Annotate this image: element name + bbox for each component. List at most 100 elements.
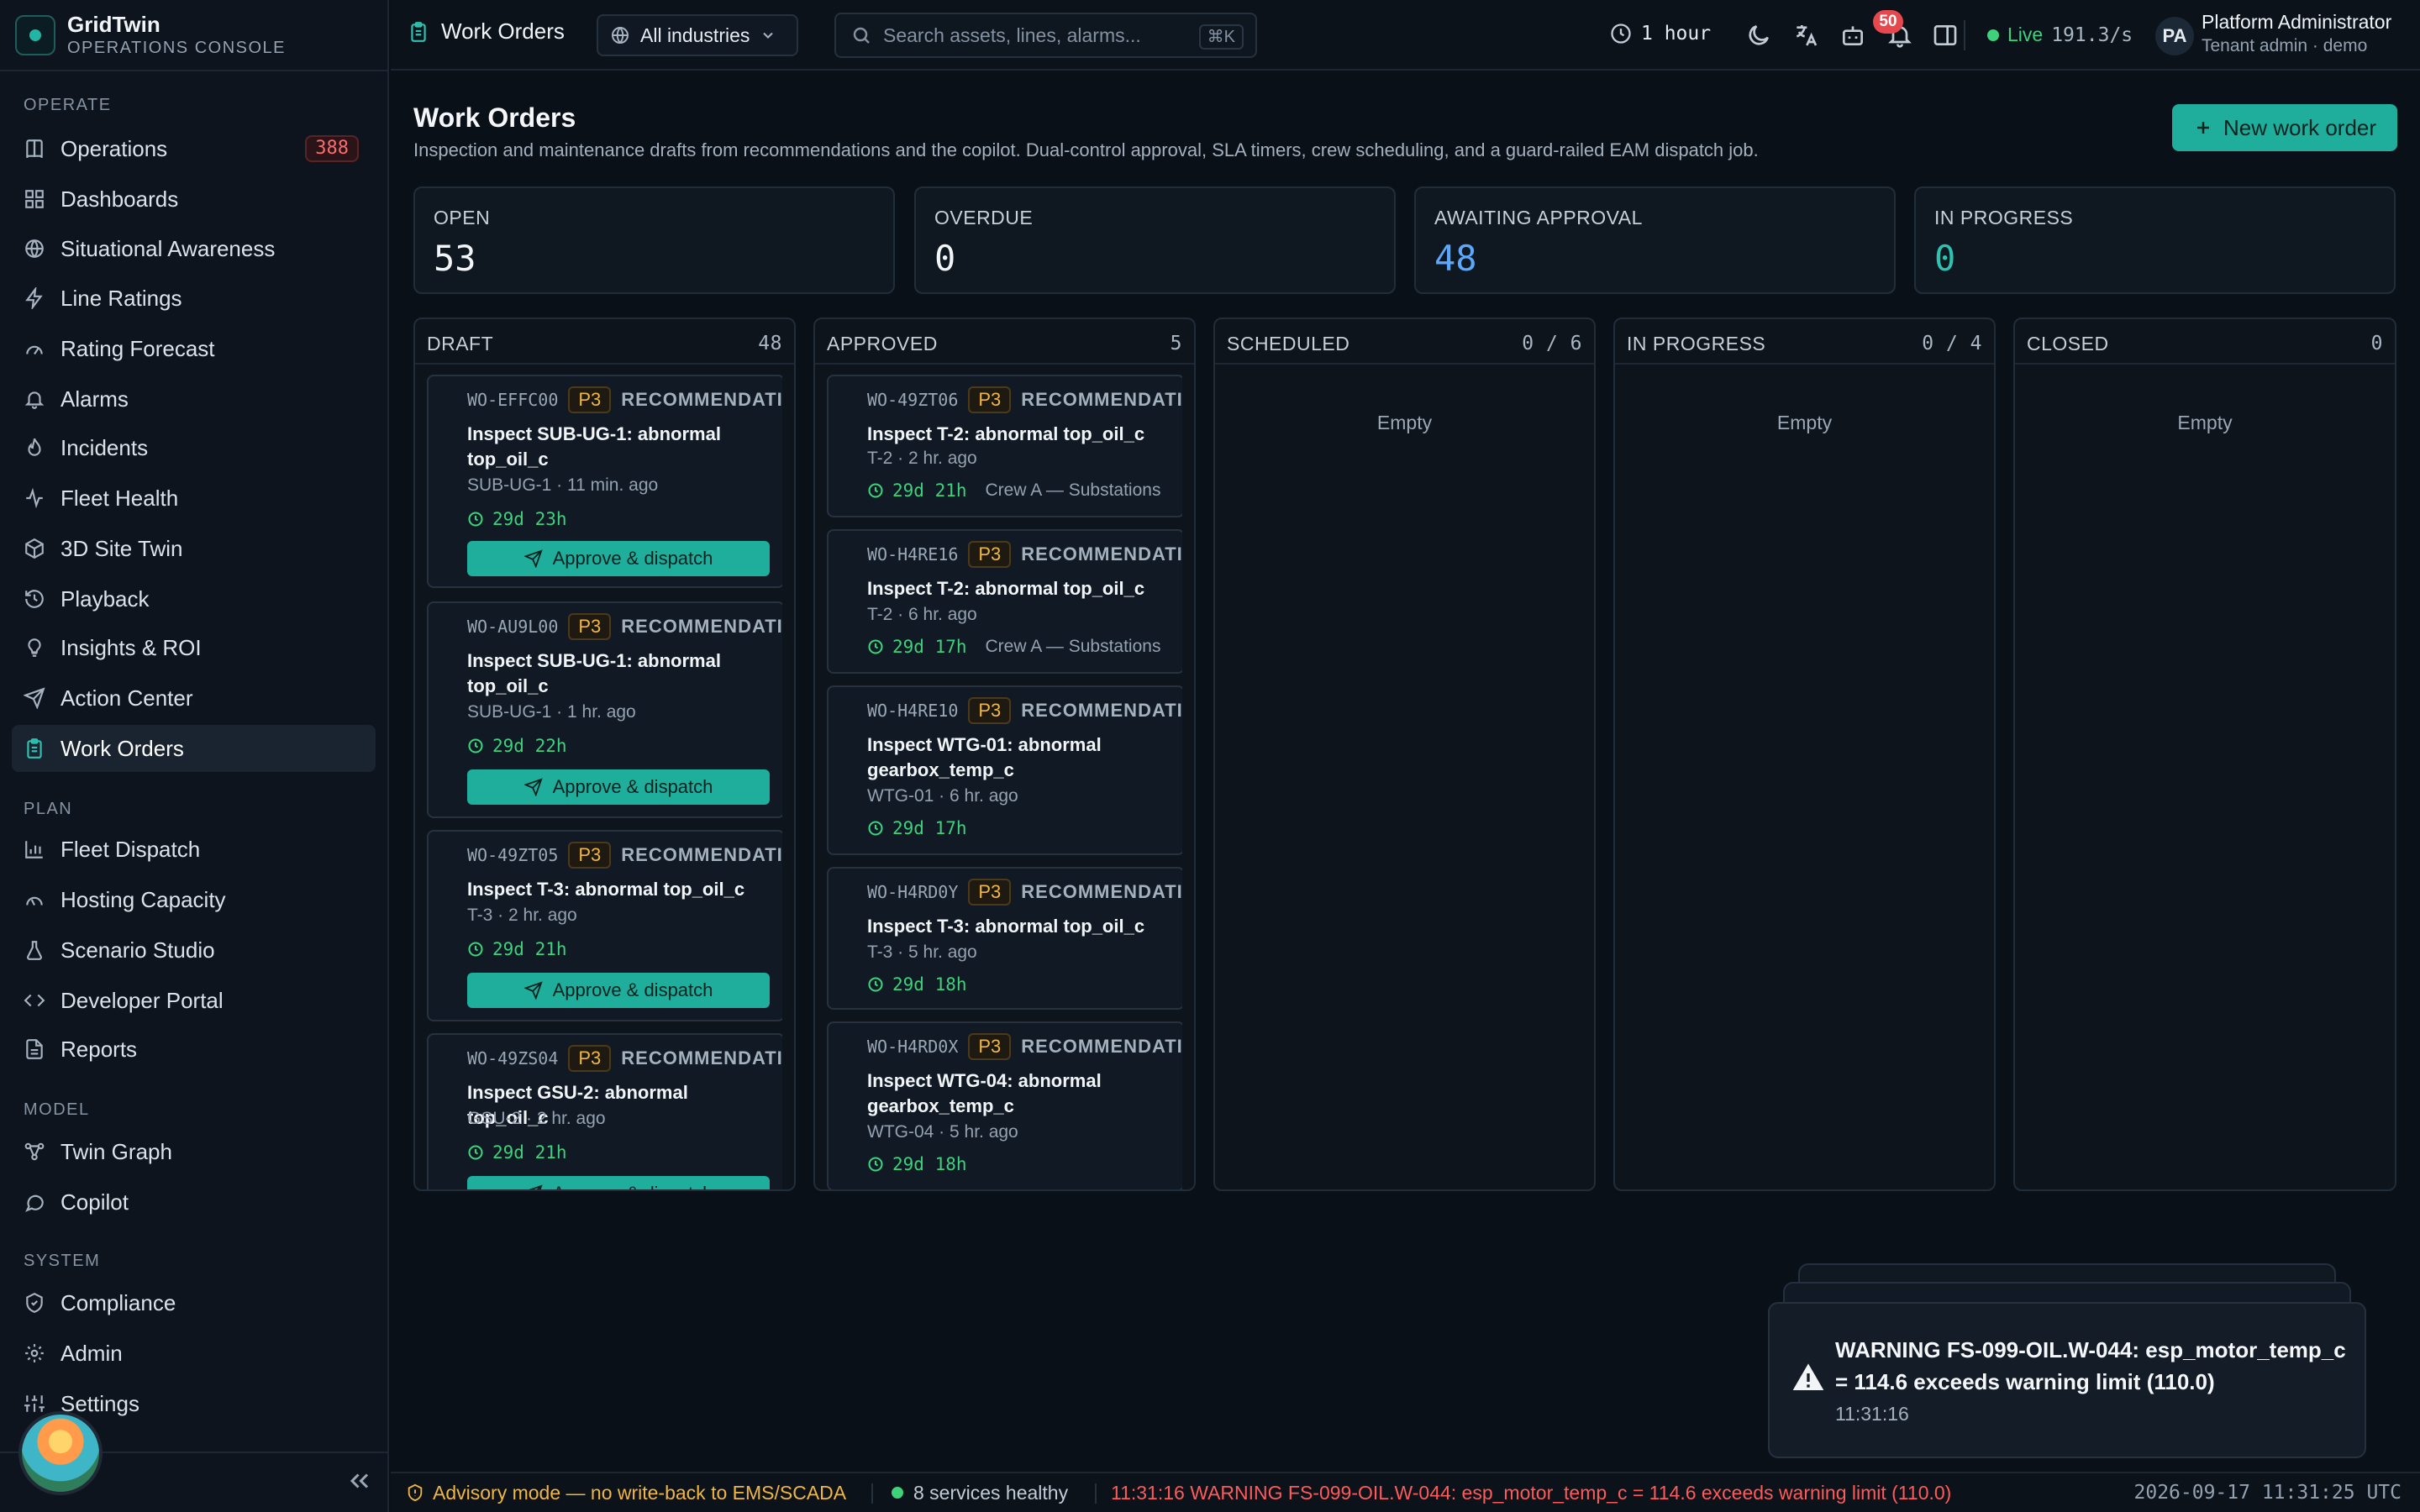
work-order-card[interactable]: WO-49ZT05 P3 RECOMMENDATION Inspect T-3:… (427, 830, 782, 1021)
brand[interactable]: GridTwin OPERATIONS CONSOLE (15, 12, 286, 59)
new-work-order-button[interactable]: New work order (2172, 104, 2397, 151)
translate-icon[interactable] (1792, 22, 1819, 49)
collapse-sidebar-icon[interactable] (345, 1466, 375, 1496)
work-order-id: WO-H4RD0Y (867, 882, 959, 902)
moon-icon[interactable] (1745, 22, 1772, 49)
work-order-id: WO-H4RE16 (867, 544, 959, 564)
source-kind: RECOMMENDATION (621, 616, 782, 637)
services-health-text: 8 services healthy (913, 1481, 1069, 1504)
work-order-asset: WTG-04 · 5 hr. ago (867, 1122, 1018, 1142)
graph-icon (24, 1142, 45, 1161)
sidebar-item-dashboards[interactable]: Dashboards (12, 176, 376, 223)
work-order-asset: T-3 · 2 hr. ago (467, 906, 577, 925)
sidebar-item-playback[interactable]: Playback (12, 575, 376, 622)
assistant-avatar[interactable] (18, 1411, 103, 1495)
sidebar-item-label: Action Center (60, 685, 193, 711)
sidebar-item-label: Line Ratings (60, 285, 182, 311)
advisory-text: Advisory mode — no write-back to EMS/SCA… (433, 1481, 847, 1504)
kanban-column-in-progress: IN PROGRESS 0 / 4 Empty (1613, 318, 1996, 1191)
approve-dispatch-button[interactable]: Approve & dispatch (467, 1176, 770, 1189)
shield-icon (26, 1292, 43, 1313)
clock-icon (868, 1157, 883, 1172)
sidebar-item-copilot[interactable]: Copilot (12, 1179, 376, 1226)
sidebar-item-compliance[interactable]: Compliance (12, 1279, 376, 1326)
work-order-title: Inspect T-2: abnormal top_oil_c (867, 578, 1145, 599)
time-range-picker[interactable]: 1 hour (1609, 22, 1711, 45)
sidebar-item-admin[interactable]: Admin (12, 1330, 376, 1377)
sidebar-item-hosting-capacity[interactable]: Hosting Capacity (12, 876, 376, 923)
column-title: DRAFT (427, 333, 494, 354)
card-list[interactable]: WO-EFFC00 P3 RECOMMENDATION Inspect SUB-… (427, 375, 782, 1189)
work-order-card[interactable]: WO-H4RD0X P3 RECOMMENDATION Inspect WTG-… (827, 1021, 1182, 1189)
sidebar-item-label: Fleet Dispatch (60, 836, 201, 862)
avatar[interactable]: PA (2155, 17, 2194, 55)
approve-dispatch-label: Approve & dispatch (552, 979, 713, 1000)
stat-label: IN PROGRESS (1934, 207, 2074, 228)
work-order-asset: T-2 · 6 hr. ago (867, 605, 977, 624)
empty-state: Empty (1376, 412, 1433, 433)
industry-select[interactable]: All industries (597, 14, 798, 56)
approve-dispatch-button[interactable]: Approve & dispatch (467, 973, 770, 1008)
work-order-card[interactable]: WO-AU9L00 P3 RECOMMENDATION Inspect SUB-… (427, 601, 782, 818)
approve-dispatch-label: Approve & dispatch (552, 776, 713, 797)
column-header: SCHEDULED 0 / 6 (1215, 319, 1594, 355)
card-list[interactable]: WO-49ZT06 P3 RECOMMENDATION Inspect T-2:… (827, 375, 1182, 1189)
sidebar-item-reports[interactable]: Reports (12, 1026, 376, 1073)
bulb-icon (28, 638, 41, 657)
approve-dispatch-button[interactable]: Approve & dispatch (467, 769, 770, 805)
sidebar-item-scenario-studio[interactable]: Scenario Studio (12, 927, 376, 974)
sidebar-item-twin-graph[interactable]: Twin Graph (12, 1128, 376, 1175)
page-subtitle: Inspection and maintenance drafts from r… (413, 139, 1759, 160)
work-order-card[interactable]: WO-EFFC00 P3 RECOMMENDATION Inspect SUB-… (427, 375, 782, 588)
cube-icon (25, 538, 44, 559)
user-name[interactable]: Platform Administrator (2202, 10, 2391, 34)
card-meta: WO-H4RE10 P3 RECOMMENDATION (867, 697, 1182, 724)
toast-time: 11:31:16 (1835, 1403, 1909, 1425)
approve-dispatch-label: Approve & dispatch (552, 548, 713, 569)
clock-icon (468, 738, 483, 753)
robot-icon[interactable] (1839, 22, 1866, 49)
sidebar-item-insights-roi[interactable]: Insights & ROI (12, 624, 376, 671)
sidebar-item-operations[interactable]: Operations 388 (12, 125, 376, 172)
assigned-crew: Crew A — Substations (985, 637, 1161, 656)
source-kind: RECOMMENDATION (621, 389, 782, 410)
sidebar-item-label: Alarms (60, 386, 129, 412)
sidebar-item-situational-awareness[interactable]: Situational Awareness (12, 225, 376, 272)
health-dot-icon (892, 1487, 903, 1499)
alarm-toast[interactable]: WARNING FS-099-OIL.W-044: esp_motor_temp… (1768, 1302, 2366, 1458)
panel-toggle-icon[interactable] (1932, 22, 1959, 49)
sidebar-item-fleet-dispatch[interactable]: Fleet Dispatch (12, 826, 376, 873)
nav-section-system: SYSTEM (24, 1252, 101, 1270)
sidebar-item-alarms[interactable]: Alarms (12, 375, 376, 423)
sidebar-item-label: Reports (60, 1036, 138, 1062)
sidebar-item-work-orders[interactable]: Work Orders (12, 725, 376, 772)
sidebar-item-3d-site-twin[interactable]: 3D Site Twin (12, 525, 376, 572)
priority-badge: P3 (968, 541, 1012, 568)
sidebar-item-label: Hosting Capacity (60, 886, 226, 912)
work-order-id: WO-49ZT05 (467, 845, 559, 865)
divider (871, 1483, 873, 1504)
latest-alarm-ticker[interactable]: 11:31:16 WARNING FS-099-OIL.W-044: esp_m… (1111, 1482, 1951, 1504)
sidebar-item-fleet-health[interactable]: Fleet Health (12, 475, 376, 522)
source-kind: RECOMMENDATION (621, 1047, 782, 1068)
work-order-card[interactable]: WO-49ZS04 P3 RECOMMENDATION Inspect GSU-… (427, 1033, 782, 1189)
sidebar-item-label: Scenario Studio (60, 937, 215, 963)
search-input[interactable]: Search assets, lines, alarms... ⌘K (834, 13, 1257, 58)
work-order-card[interactable]: WO-H4RE16 P3 RECOMMENDATION Inspect T-2:… (827, 529, 1182, 674)
approve-dispatch-button[interactable]: Approve & dispatch (467, 541, 770, 576)
services-health[interactable]: 8 services healthy (892, 1482, 1068, 1504)
sidebar-item-line-ratings[interactable]: Line Ratings (12, 275, 376, 322)
sidebar-item-incidents[interactable]: Incidents (12, 424, 376, 471)
work-order-card[interactable]: WO-49ZT06 P3 RECOMMENDATION Inspect T-2:… (827, 375, 1182, 517)
divider (0, 70, 389, 71)
work-order-card[interactable]: WO-H4RE10 P3 RECOMMENDATION Inspect WTG-… (827, 685, 1182, 855)
sidebar-item-rating-forecast[interactable]: Rating Forecast (12, 325, 376, 372)
work-order-id: WO-H4RD0X (867, 1037, 959, 1057)
sidebar-item-developer-portal[interactable]: Developer Portal (12, 977, 376, 1024)
sla-value: 29d 21h (492, 939, 567, 959)
sidebar-item-action-center[interactable]: Action Center (12, 675, 376, 722)
work-order-card[interactable]: WO-H4RD0Y P3 RECOMMENDATION Inspect T-3:… (827, 867, 1182, 1010)
send-icon (529, 1184, 543, 1189)
priority-badge: P3 (968, 697, 1012, 724)
sla-timer: 29d 17h Crew A — Substations (867, 637, 1160, 657)
